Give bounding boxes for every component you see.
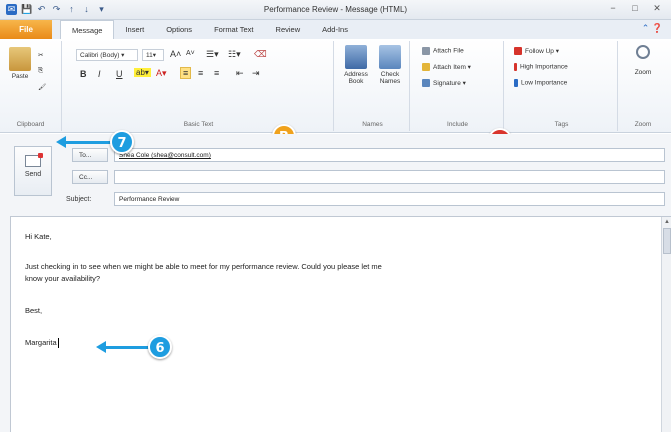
callout-7: 7 (110, 130, 134, 154)
numbering-icon[interactable]: ☷▾ (228, 49, 241, 60)
include-group: Attach File Attach Item ▾ Signature ▾ In… (412, 41, 504, 131)
address-book-button[interactable]: Address Book (340, 45, 372, 85)
paste-icon (9, 47, 31, 71)
low-importance-button[interactable]: Low Importance (514, 79, 567, 87)
magnifier-icon (636, 45, 650, 59)
paste-button[interactable]: Paste (6, 47, 34, 80)
tab-message[interactable]: Message (60, 20, 115, 39)
cc-button[interactable]: Cc... (72, 170, 108, 184)
align-left-icon[interactable]: ≡ (180, 67, 192, 79)
to-field[interactable]: Shea Cole (shea@consult.com) (114, 148, 665, 162)
restore-button[interactable]: □ (629, 3, 641, 14)
clipboard-label: Clipboard (16, 121, 45, 128)
names-label: Names (362, 121, 383, 128)
tab-format-text[interactable]: Format Text (203, 20, 264, 39)
address-book-icon (345, 45, 367, 69)
tags-label: Tags (554, 121, 569, 128)
window-controls: − □ ✕ (607, 3, 663, 14)
bullets-icon[interactable]: ☰▾ (206, 49, 219, 60)
envelope-icon (25, 153, 43, 167)
bold-button[interactable]: B (80, 69, 87, 79)
tab-insert[interactable]: Insert (114, 20, 155, 39)
follow-up-button[interactable]: Follow Up ▾ (514, 47, 559, 56)
grow-font-icon[interactable]: A˄ (170, 49, 181, 59)
clear-formatting-icon[interactable]: ⌫ (254, 49, 267, 60)
attach-file-button[interactable]: Attach File (422, 47, 464, 55)
body-line-1: Just checking in to see when we might be… (25, 262, 382, 271)
flag-icon (514, 47, 522, 56)
subject-field[interactable]: Performance Review (114, 192, 665, 206)
tab-file[interactable]: File (0, 20, 52, 39)
check-names-icon (379, 45, 401, 69)
check-names-button[interactable]: Check Names (374, 45, 406, 85)
include-label: Include (447, 121, 468, 128)
align-center-icon[interactable]: ≡ (198, 68, 203, 78)
help-icon[interactable]: ⌃ ❓ (642, 23, 663, 34)
body-signature: Margarita (25, 338, 59, 349)
decrease-indent-icon[interactable]: ⇤ (236, 68, 244, 79)
text-cursor (57, 338, 59, 349)
close-button[interactable]: ✕ (651, 3, 663, 14)
format-painter-icon[interactable]: 🖌 (38, 83, 46, 91)
callout-6: 6 (148, 335, 172, 359)
signature-icon (422, 79, 430, 88)
signature-button[interactable]: Signature ▾ (422, 79, 466, 88)
ribbon-tabs: Message Insert Options Format Text Revie… (60, 20, 359, 39)
attach-item-icon (422, 63, 430, 72)
title-bar: ✉ 💾 ↶ ↷ ↑ ↓ ▾ Performance Review - Messa… (0, 0, 671, 20)
ribbon-tab-row: File Message Insert Options Format Text … (0, 20, 671, 39)
high-importance-button[interactable]: High Importance (514, 63, 568, 71)
body-line-2: know your availability? (25, 274, 101, 283)
ribbon: Paste ✂ ⎘ 🖌 Clipboard Calibri (Body) ▾ 1… (0, 39, 671, 133)
font-color-icon[interactable]: A▾ (156, 68, 167, 79)
body-greeting: Hi Kate, (25, 232, 52, 241)
cc-field[interactable] (114, 170, 665, 184)
send-button[interactable]: Send (14, 146, 52, 196)
tags-group: Follow Up ▾ High Importance Low Importan… (506, 41, 618, 131)
zoom-group: Zoom Zoom (620, 41, 666, 131)
font-size-dropdown[interactable]: 11▾ (142, 49, 164, 61)
subject-label: Subject: (66, 196, 92, 203)
to-button[interactable]: To... (72, 148, 108, 162)
tab-add-ins[interactable]: Add-Ins (311, 20, 359, 39)
align-right-icon[interactable]: ≡ (214, 68, 219, 78)
scroll-thumb[interactable] (663, 228, 671, 254)
vertical-scrollbar[interactable]: ▲ (661, 217, 671, 432)
tab-options[interactable]: Options (155, 20, 203, 39)
basic-text-group: Calibri (Body) ▾ 11▾ A˄ A˅ ☰▾ ☷▾ ⌫ B I U… (64, 41, 334, 131)
underline-button[interactable]: U (116, 69, 123, 79)
zoom-button[interactable]: Zoom (626, 45, 660, 76)
down-arrow-importance-icon (514, 79, 518, 87)
arrow-6-line (104, 346, 150, 349)
minimize-button[interactable]: − (607, 3, 619, 14)
shrink-font-icon[interactable]: A˅ (186, 50, 195, 57)
italic-button[interactable]: I (98, 69, 101, 79)
window-title: Performance Review - Message (HTML) (263, 5, 408, 14)
message-body[interactable]: Hi Kate, Just checking in to see when we… (10, 216, 671, 432)
tab-review[interactable]: Review (265, 20, 312, 39)
attach-item-button[interactable]: Attach Item ▾ (422, 63, 471, 72)
copy-icon[interactable]: ⎘ (38, 67, 43, 75)
exclamation-icon (514, 63, 517, 71)
body-closing: Best, (25, 306, 43, 315)
names-group: Address Book Check Names Names (336, 41, 410, 131)
increase-indent-icon[interactable]: ⇥ (252, 68, 260, 79)
highlight-icon[interactable]: ab▾ (134, 68, 151, 77)
scroll-up-icon[interactable]: ▲ (662, 217, 671, 227)
zoom-label: Zoom (634, 121, 652, 128)
cut-icon[interactable]: ✂ (38, 51, 43, 59)
arrow-7-line (64, 141, 112, 144)
compose-area: Send To... Shea Cole (shea@consult.com) … (0, 134, 671, 432)
font-name-dropdown[interactable]: Calibri (Body) ▾ (76, 49, 138, 61)
paperclip-icon (422, 47, 430, 55)
clipboard-group: Paste ✂ ⎘ 🖌 Clipboard (0, 41, 62, 131)
